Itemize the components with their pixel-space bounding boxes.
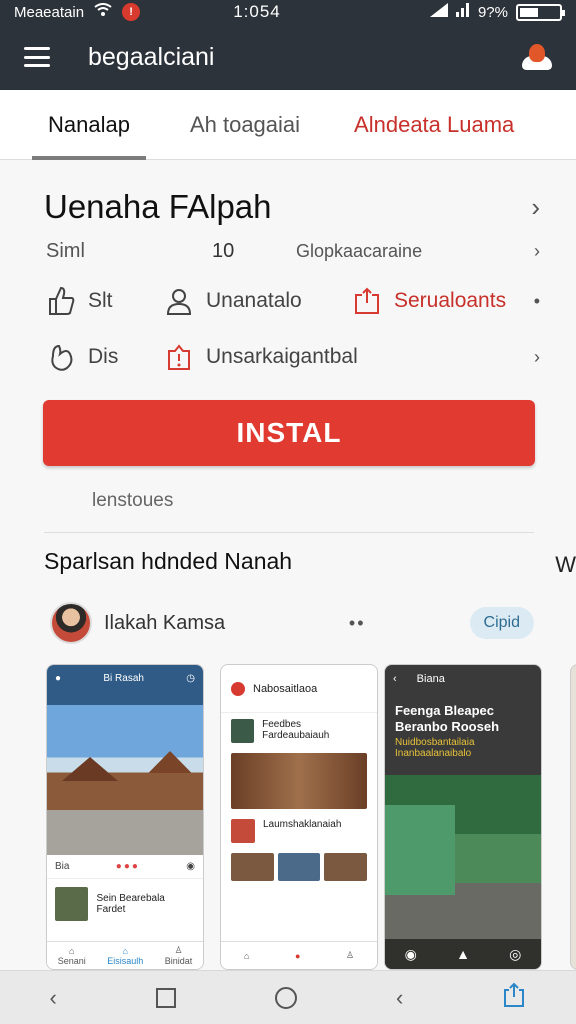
mini-status: ● Bi Rasah ◷ [47, 665, 203, 691]
screenshot-1[interactable]: ● Bi Rasah ◷ Bia ●●● ◉ Sein Bearebala Fardet… [46, 664, 204, 970]
dot-icon: • [533, 290, 540, 311]
next-section-edge: W [555, 552, 576, 577]
account-icon[interactable] [522, 42, 552, 72]
carrier-label: Meaeatain [14, 3, 85, 21]
flag-icon [164, 342, 194, 372]
chevron-right-icon[interactable]: › [531, 192, 540, 223]
clock: 1:054 [233, 2, 281, 21]
tab-related[interactable]: Alndeata Luama [338, 90, 530, 160]
battery-icon [516, 3, 565, 21]
user-label: Unanatalo [206, 289, 302, 312]
hand-icon [46, 342, 76, 372]
share-label: Serualoants [394, 289, 507, 312]
install-subtext: lenstoues [92, 490, 174, 511]
screenshot-3[interactable]: ‹ Biana Feenga Bleapec Beranbo Rooseh Nui… [384, 664, 542, 970]
app-meta-row: Siml 10 Glopkaacaraine › [46, 240, 540, 263]
tab-overview[interactable]: Nanalap [32, 90, 146, 160]
screenshot-2[interactable]: Nabosaitlaoa Feedbes Fardeaubaiauh Laums… [220, 664, 378, 970]
avatar[interactable] [50, 602, 92, 644]
action-row-2: Dis Unsarkaigantbal › [46, 342, 540, 372]
signal-icon [429, 3, 448, 21]
tab-reviews[interactable]: Ah toagaiai [174, 90, 316, 160]
person-icon [164, 286, 194, 316]
app-bar-title: begaalciani [88, 42, 215, 71]
author-row: Ilakah Kamsa •• Cipid [50, 602, 534, 644]
app-title-row[interactable]: Uenaha FAlpah › [44, 188, 540, 226]
dislike-label: Dis [88, 345, 119, 368]
chevron-right-icon[interactable]: › [534, 241, 540, 262]
thumbs-up-icon [46, 286, 76, 316]
screenshot-carousel[interactable]: ● Bi Rasah ◷ Bia ●●● ◉ Sein Bearebala Fardet… [46, 664, 576, 970]
back-icon-2[interactable]: ‹ [396, 985, 403, 1011]
follow-pill[interactable]: Cipid [469, 607, 534, 639]
system-nav-bar: ‹ ‹ [0, 970, 576, 1024]
author-name[interactable]: Ilakah Kamsa [104, 612, 349, 635]
back-icon[interactable]: ‹ [50, 985, 57, 1011]
village-photo [47, 705, 203, 855]
app-bar: begaalciani [0, 24, 576, 90]
meta-count: 10 [212, 240, 235, 262]
tab-bar: Nanalap Ah toagaiai Alndeata Luama [0, 90, 576, 160]
install-button[interactable]: INSTAL [43, 400, 535, 466]
report-label: Unsarkaigantbal [206, 345, 358, 368]
meta-right: Glopkaacaraine [296, 241, 423, 261]
share-icon [352, 286, 382, 316]
chevron-right-icon[interactable]: › [534, 347, 540, 368]
menu-icon[interactable] [24, 47, 50, 67]
recents-icon[interactable] [155, 987, 176, 1008]
meta-left: Siml [46, 240, 85, 262]
share-action[interactable]: Serualoants [352, 286, 506, 316]
divider [44, 532, 534, 533]
like-action[interactable]: Slt [46, 286, 164, 316]
report-action[interactable]: Unsarkaigantbal [164, 342, 358, 372]
app-details: Uenaha FAlpah › Siml 10 Glopkaacaraine ›… [0, 160, 576, 970]
more-icon[interactable]: •• [349, 613, 366, 634]
action-row-1: Slt Unanatalo Serualoants • [46, 286, 540, 316]
like-label: Slt [88, 289, 113, 312]
battery-percent: 9?% [477, 3, 508, 21]
share-icon[interactable] [502, 982, 526, 1014]
app-title: Uenaha FAlpah [44, 188, 272, 225]
home-icon[interactable] [274, 986, 297, 1009]
section-title: Sparlsan hdnded Nanah [44, 548, 293, 574]
dislike-action[interactable]: Dis [46, 342, 164, 372]
user-action[interactable]: Unanatalo [164, 286, 352, 316]
screenshot-4-partial[interactable] [570, 664, 576, 970]
signal-icon-2 [455, 3, 470, 21]
status-bar: Meaeatain ! 1:054 9?% [0, 0, 576, 24]
